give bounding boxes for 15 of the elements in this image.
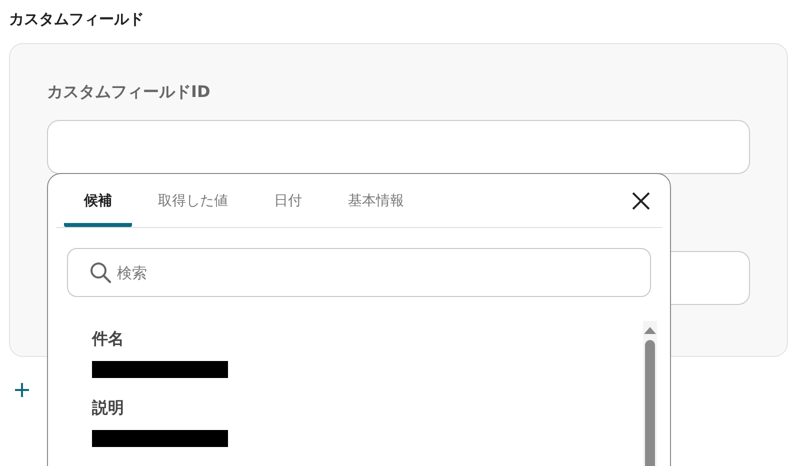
tab[interactable]: 基本情報 — [328, 174, 424, 227]
add-icon[interactable] — [14, 382, 30, 398]
scrollbar[interactable] — [643, 321, 657, 466]
tab[interactable]: 取得した値 — [138, 174, 248, 227]
tab[interactable]: 候補 — [64, 174, 132, 227]
item-name[interactable]: 件名 — [92, 329, 643, 355]
field-label: カスタムフィールドID — [47, 82, 212, 103]
scroll-thumb[interactable] — [645, 340, 655, 466]
section-title: カスタムフィールド — [8, 9, 145, 30]
tab[interactable]: 日付 — [254, 174, 322, 227]
search-field[interactable]: 検索 — [67, 248, 651, 297]
search-icon — [90, 262, 111, 283]
close-icon[interactable] — [632, 192, 650, 210]
scroll-up-icon[interactable] — [644, 326, 656, 334]
item-name[interactable]: 説明 — [92, 398, 643, 424]
